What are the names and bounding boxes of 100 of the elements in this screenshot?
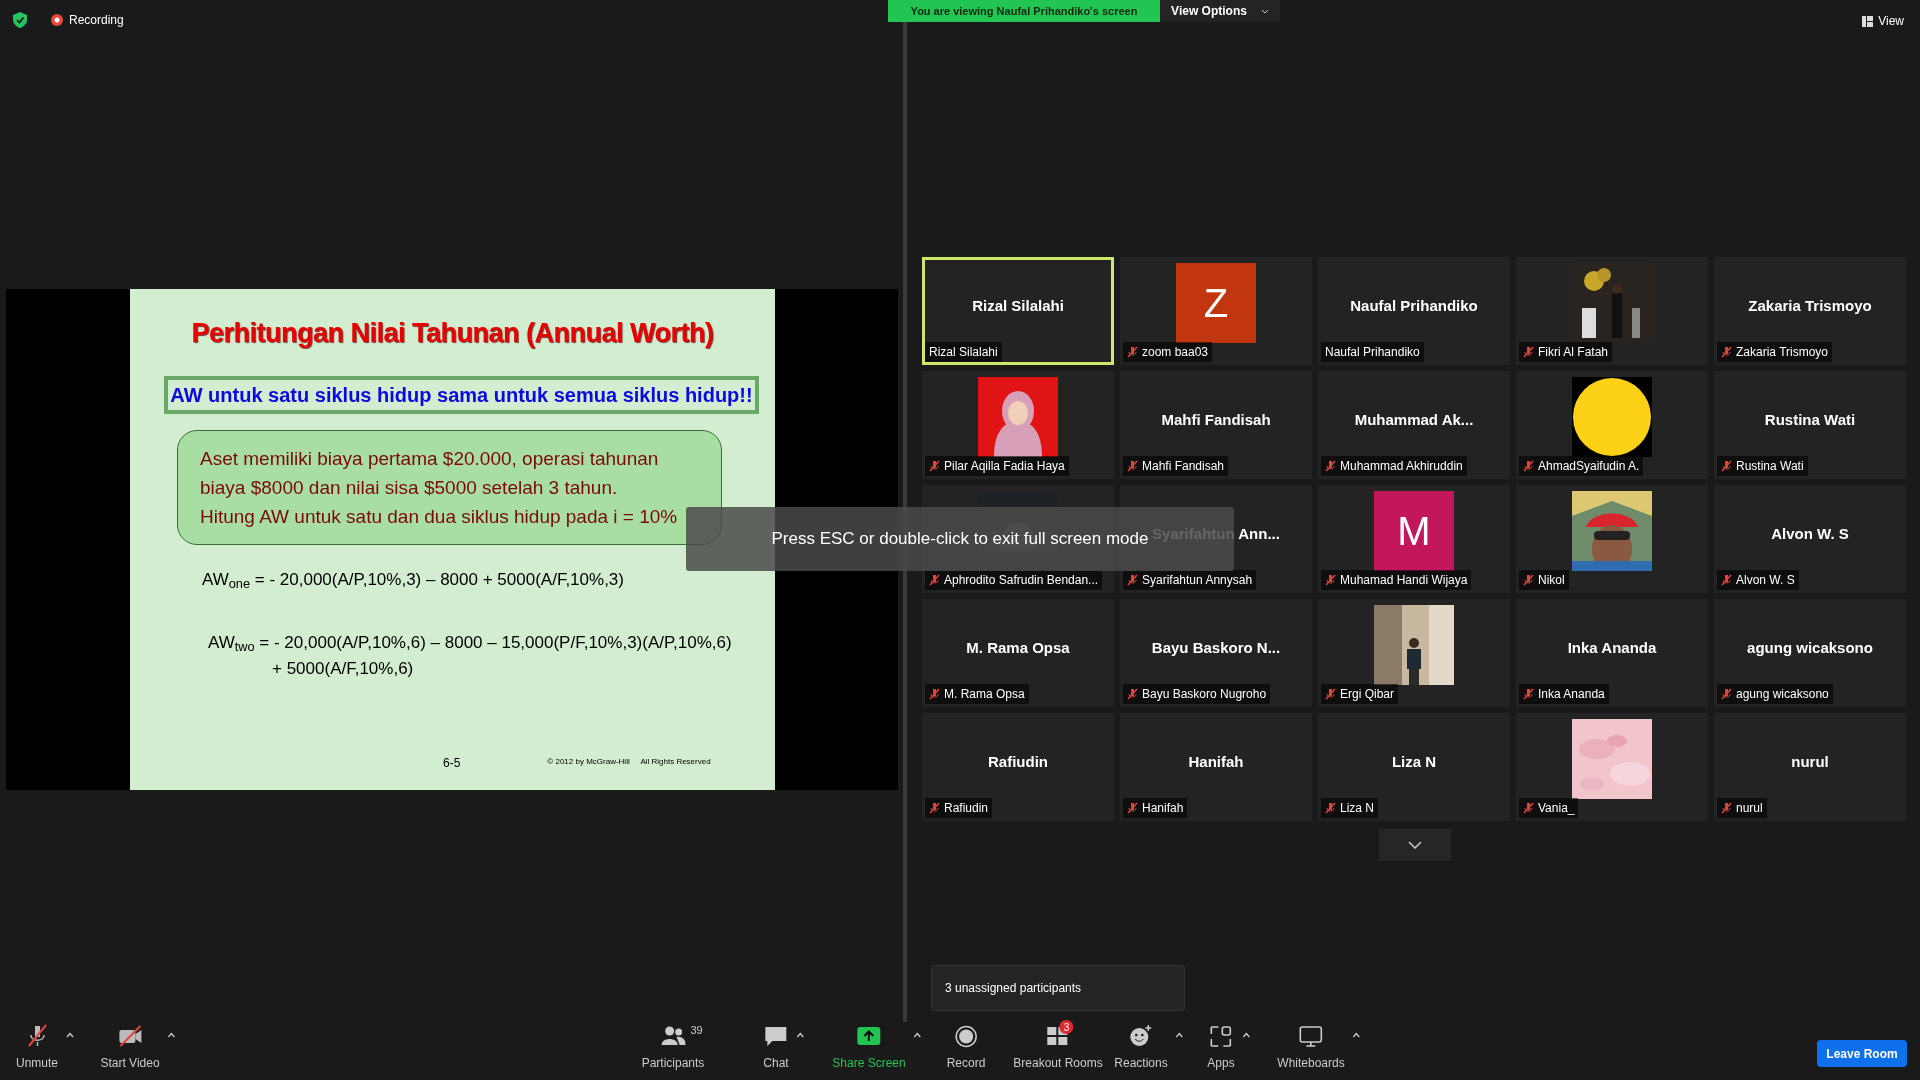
muted-mic-icon: [929, 574, 940, 586]
muted-mic-icon: [1325, 688, 1336, 700]
view-button[interactable]: View: [1862, 12, 1904, 30]
participant-name: Hanifah: [1188, 751, 1244, 772]
muted-mic-icon: [1127, 802, 1138, 814]
apps-button[interactable]: Apps: [1207, 1022, 1251, 1072]
muted-mic-icon: [1127, 460, 1138, 472]
breakout-button[interactable]: 3 Breakout Rooms: [1013, 1022, 1103, 1072]
participant-label: Nikol: [1538, 572, 1565, 589]
chat-button[interactable]: Chat: [763, 1022, 805, 1072]
participant-label: Bayu Baskoro Nugroho: [1142, 686, 1267, 703]
muted-mic-icon: [1127, 346, 1138, 358]
whiteboard-button[interactable]: Whiteboards: [1277, 1022, 1361, 1072]
view-options-button[interactable]: View Options: [1160, 0, 1280, 22]
equation: AW$_{two}$ = - 20,000(A/P,10%,6) – 8000 – 15,000(P/F,10%,3)(A/P,10%,6): [208, 632, 733, 656]
muted-mic-icon: [1127, 574, 1138, 586]
participant-label: Muhammad Akhiruddin: [1340, 458, 1463, 475]
participants-button[interactable]: 39 Participants: [641, 1022, 705, 1072]
reactions-button[interactable]: Reactions: [1114, 1022, 1184, 1072]
tooltip: 3 unassigned participants: [931, 965, 1185, 1011]
participant-count: 39: [690, 1023, 703, 1038]
muted-mic-icon: [1523, 688, 1534, 700]
record-button[interactable]: Record: [946, 1022, 986, 1072]
participant-label: Aphrodito Safrudin Bendan...: [944, 572, 1099, 589]
muted-mic-icon: [1523, 802, 1534, 814]
participant-name: Naufal Prihandiko: [1350, 295, 1478, 316]
participant-name: Rafiudin: [988, 751, 1048, 772]
notification-badge: 3: [1059, 1020, 1074, 1034]
mic-button[interactable]: Unmute: [16, 1022, 74, 1072]
equation: AW$_{one}$ = - 20,000(A/P,10%,3) – 8000 + 5000(A/F,10%,3): [202, 568, 625, 592]
participant-label: Naufal Prihandiko: [1325, 344, 1420, 361]
problem-text: Hitung AW untuk satu dan dua siklus hidup pada i = 10%: [200, 504, 679, 529]
participant-name: Rustina Wati: [1764, 409, 1856, 430]
participant-label: nurul: [1736, 800, 1763, 817]
equation: + 5000(A/F,10%,6): [272, 657, 415, 680]
muted-mic-icon: [929, 688, 940, 700]
muted-mic-icon: [929, 460, 940, 472]
problem-text: Aset memiliki biaya pertama $20.000, operasi tahunan: [200, 446, 660, 471]
share-button[interactable]: Share Screen: [832, 1022, 922, 1072]
participant-label: Hanifah: [1142, 800, 1184, 817]
muted-mic-icon: [1523, 346, 1534, 358]
participant-name: Muhammad Ak...: [1354, 409, 1474, 430]
caret-icon[interactable]: [1242, 1032, 1251, 1038]
problem-text: biaya $8000 dan nilai sisa $5000 setelah 3 tahun.: [200, 475, 619, 500]
muted-mic-icon: [929, 802, 940, 814]
muted-mic-icon: [1523, 460, 1534, 472]
caret-icon[interactable]: [913, 1032, 922, 1038]
caret-icon[interactable]: [1175, 1032, 1184, 1038]
participant-name: M. Rama Opsa: [966, 637, 1070, 658]
shield-icon: [13, 12, 27, 28]
muted-mic-icon: [1523, 574, 1534, 586]
participant-label: Muhamad Handi Wijaya: [1340, 572, 1468, 589]
participant-label: Mahfi Fandisah: [1142, 458, 1225, 475]
recording-icon: [51, 14, 63, 26]
muted-mic-icon: [1721, 346, 1732, 358]
muted-mic-icon: [1721, 802, 1732, 814]
participant-name: Rizal Silalahi: [972, 295, 1064, 316]
muted-mic-icon: [1721, 460, 1732, 472]
muted-mic-icon: [1127, 688, 1138, 700]
participant-label: agung wicaksono: [1736, 686, 1829, 703]
participant-name: Mahfi Fandisah: [1161, 409, 1271, 430]
participant-label: Rafiudin: [944, 800, 989, 817]
apps-icon: [1208, 1024, 1234, 1049]
participant-label: M. Rama Opsa: [944, 686, 1025, 703]
grid-icon: [1862, 15, 1874, 27]
muted-mic-icon: [1721, 688, 1732, 700]
participant-name: Zakaria Trismoyo: [1748, 295, 1872, 316]
leave-room-button[interactable]: Leave Room: [1817, 1040, 1907, 1067]
chevron-down-icon: [1408, 841, 1422, 849]
caret-icon[interactable]: [1352, 1032, 1361, 1038]
monitor-icon: [1298, 1024, 1324, 1049]
participant-name: Alvon W. S: [1771, 523, 1849, 544]
caret-icon[interactable]: [796, 1032, 805, 1038]
participant-name: agung wicaksono: [1747, 637, 1873, 658]
speech-bubble-icon: [763, 1024, 789, 1049]
participant-label: Pilar Aqilla Fadia Haya: [944, 458, 1065, 475]
participant-label: Vania_: [1538, 800, 1575, 817]
sharing-banner: You are viewing Naufal Prihandiko's screen: [888, 0, 1160, 22]
record-icon: [953, 1024, 979, 1049]
video-button[interactable]: Start Video: [100, 1022, 176, 1072]
participant-label: Alvon W. S: [1736, 572, 1795, 589]
video-off-icon: [117, 1024, 143, 1049]
recording-label: Recording: [69, 12, 124, 29]
caret-icon[interactable]: [167, 1032, 176, 1038]
avatar: Z: [1176, 263, 1256, 343]
avatar: M: [1374, 491, 1454, 571]
muted-mic-icon: [1325, 802, 1336, 814]
slide-title: Perhitungan Nilai Tahunan (Annual Worth): [190, 317, 715, 350]
caret-icon[interactable]: [66, 1032, 74, 1038]
participant-label: Rizal Silalahi: [929, 344, 998, 361]
participant-label: Inka Ananda: [1538, 686, 1605, 703]
participant-label: Fikri Al Fatah: [1538, 344, 1609, 361]
participant-name: Bayu Baskoro N...: [1151, 637, 1281, 658]
participant-label: zoom baa03: [1142, 344, 1209, 361]
chevron-down-icon: [1260, 8, 1269, 14]
muted-mic-icon: [1325, 460, 1336, 472]
participant-label: AhmadSyaifudin A.: [1538, 458, 1640, 475]
muted-mic-icon: [1721, 574, 1732, 586]
participant-label: Rustina Wati: [1736, 458, 1804, 475]
participant-label: Ergi Qibar: [1340, 686, 1395, 703]
